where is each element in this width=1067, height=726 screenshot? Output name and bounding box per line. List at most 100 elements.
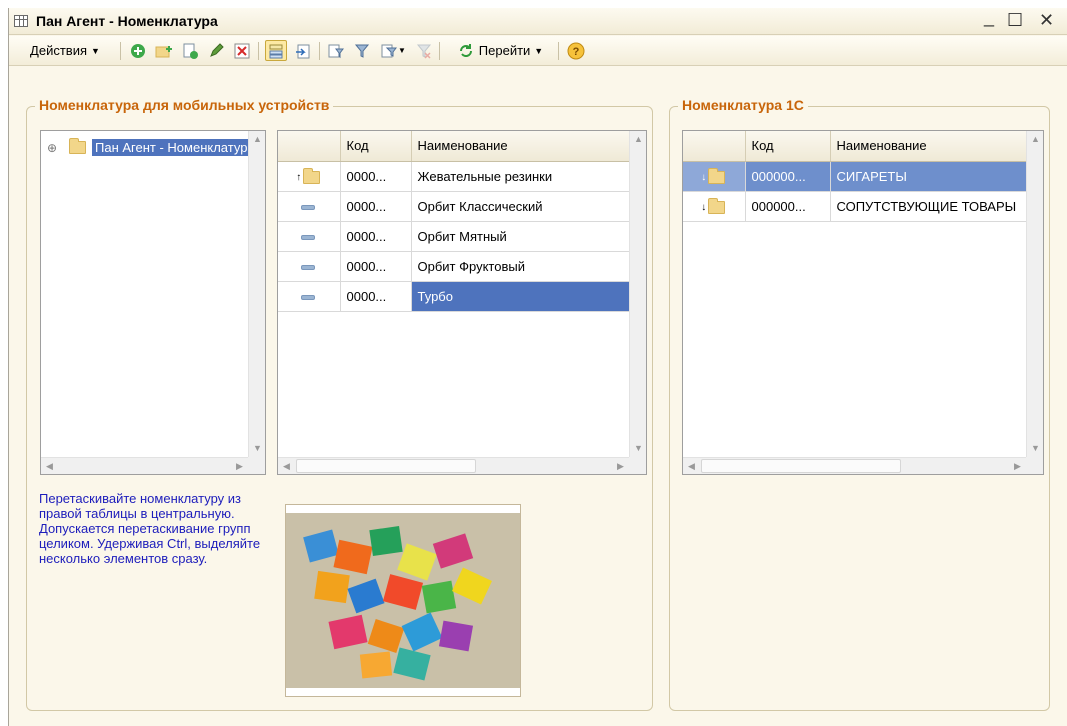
horizontal-scrollbar[interactable]: ◀ ▶	[278, 457, 629, 474]
row-code: 0000...	[340, 251, 412, 282]
column-header-name[interactable]: Наименование	[830, 131, 1027, 162]
folder-icon	[708, 167, 726, 184]
group-tree[interactable]: ⊕ Пан Агент - Номенклатура ▲ ▼ ◀ ▶	[40, 130, 266, 475]
clear-filter-icon	[415, 42, 433, 60]
scroll-thumb[interactable]	[296, 459, 476, 473]
scroll-right-icon[interactable]: ▶	[1009, 458, 1026, 474]
scroll-left-icon[interactable]: ◀	[683, 458, 700, 474]
row-name: Орбит Классический	[411, 191, 630, 222]
column-header-name[interactable]: Наименование	[411, 131, 630, 162]
maximize-button[interactable]: ☐	[1007, 10, 1023, 31]
window-title: Пан Агент - Номенклатура	[36, 13, 218, 29]
table-row-selected[interactable]: ↓ 000000... СИГАРЕТЫ	[683, 161, 1027, 192]
items-1c-table[interactable]: Код Наименование ↓ 000000... СИГАРЕТЫ ↓ …	[682, 130, 1044, 475]
tree-root-label: Пан Агент - Номенклатура	[92, 139, 258, 156]
add-button[interactable]	[127, 40, 149, 61]
scroll-right-icon[interactable]: ▶	[231, 458, 248, 474]
scroll-left-icon[interactable]: ◀	[41, 458, 58, 474]
column-header-code[interactable]: Код	[340, 131, 412, 162]
goto-label: Перейти	[478, 43, 531, 58]
column-header-icon[interactable]	[683, 131, 746, 162]
hierarchy-toggle-button[interactable]	[265, 40, 287, 61]
chevron-down-icon: ▼	[534, 45, 544, 56]
scroll-thumb[interactable]	[701, 459, 901, 473]
goto-menu-button[interactable]: Перейти ▼	[446, 40, 554, 61]
row-name: Орбит Мятный	[411, 221, 630, 252]
table-row[interactable]: 0000... Орбит Классический	[278, 191, 630, 222]
item-icon	[301, 294, 316, 300]
folder-icon	[303, 167, 321, 184]
delete-icon	[233, 42, 251, 60]
expand-icon: ⊕	[47, 140, 58, 155]
delete-button[interactable]	[231, 40, 253, 61]
filter-selected-icon	[353, 42, 371, 60]
item-icon	[301, 264, 316, 270]
group-title-1c: Номенклатура 1С	[678, 97, 808, 113]
edit-button[interactable]	[205, 40, 227, 61]
row-code: 0000...	[340, 221, 412, 252]
scroll-right-icon[interactable]: ▶	[612, 458, 629, 474]
actions-menu-button[interactable]: Действия ▼	[13, 40, 117, 61]
group-title-mobile: Номенклатура для мобильных устройств	[35, 97, 334, 113]
table-row-selected[interactable]: 0000... Турбо	[278, 281, 630, 312]
product-image	[285, 504, 521, 697]
add-folder-icon	[155, 42, 173, 60]
row-code: 0000...	[340, 191, 412, 222]
title-bar: Пан Агент - Номенклатура _ ☐ ✕	[9, 7, 1067, 35]
help-button[interactable]: ?	[565, 40, 587, 61]
main-window: Пан Агент - Номенклатура _ ☐ ✕ Действия …	[8, 7, 1067, 726]
scroll-left-icon[interactable]: ◀	[278, 458, 295, 474]
filter-dropdown-icon	[380, 42, 398, 60]
expand-arrow-icon[interactable]: ↓	[701, 202, 706, 213]
table-row[interactable]: ↓ 000000... СОПУТСТВУЮЩИЕ ТОВАРЫ	[683, 191, 1027, 222]
filter-dropdown-button[interactable]: ▼	[377, 40, 409, 61]
scroll-down-icon[interactable]: ▼	[1027, 440, 1043, 457]
expand-arrow-icon[interactable]: ↑	[296, 172, 301, 183]
refresh-icon	[457, 42, 475, 60]
filter-button[interactable]	[325, 40, 347, 61]
row-name: СОПУТСТВУЮЩИЕ ТОВАРЫ	[830, 191, 1027, 222]
column-header-code[interactable]: Код	[745, 131, 831, 162]
row-code: 0000...	[340, 281, 412, 312]
scroll-up-icon[interactable]: ▲	[630, 131, 646, 148]
table-row[interactable]: 0000... Орбит Фруктовый	[278, 251, 630, 282]
folder-icon	[708, 197, 726, 214]
drag-drop-hint: Перетаскивайте номенклатуру из правой та…	[39, 491, 261, 566]
row-name: Орбит Фруктовый	[411, 251, 630, 282]
horizontal-scrollbar[interactable]: ◀ ▶	[41, 457, 248, 474]
item-icon	[301, 204, 316, 210]
edit-icon	[207, 42, 225, 60]
scroll-down-icon[interactable]: ▼	[630, 440, 646, 457]
add-folder-button[interactable]	[153, 40, 175, 61]
clear-filter-button[interactable]	[413, 40, 435, 61]
close-button[interactable]: ✕	[1039, 10, 1054, 31]
copy-icon	[181, 42, 199, 60]
scroll-up-icon[interactable]: ▲	[1027, 131, 1043, 148]
column-header-icon[interactable]	[278, 131, 341, 162]
mobile-items-table[interactable]: Код Наименование ↑ 0000... Жевательные р…	[277, 130, 647, 475]
table-row[interactable]: 0000... Орбит Мятный	[278, 221, 630, 252]
item-icon	[301, 234, 316, 240]
table-row[interactable]: ↑ 0000... Жевательные резинки	[278, 161, 630, 192]
horizontal-scrollbar[interactable]: ◀ ▶	[683, 457, 1026, 474]
minimize-button[interactable]: _	[984, 7, 994, 28]
vertical-scrollbar[interactable]: ▲ ▼	[1026, 131, 1043, 457]
toolbar: Действия ▼ ▼ Перейти ▼ ?	[9, 36, 1067, 66]
move-to-group-button[interactable]	[292, 40, 314, 61]
help-icon: ?	[567, 42, 585, 60]
filter-by-value-button[interactable]	[351, 40, 373, 61]
expand-arrow-icon[interactable]: ↓	[701, 172, 706, 183]
chevron-down-icon: ▼	[398, 46, 406, 55]
hierarchy-icon	[267, 42, 285, 60]
row-code: 0000...	[340, 161, 412, 192]
scroll-down-icon[interactable]: ▼	[249, 440, 265, 457]
scroll-up-icon[interactable]: ▲	[249, 131, 265, 148]
vertical-scrollbar[interactable]: ▲ ▼	[629, 131, 646, 457]
tree-row-root[interactable]: ⊕ Пан Агент - Номенклатура	[47, 138, 258, 156]
row-code: 000000...	[745, 161, 831, 192]
filter-icon	[327, 42, 345, 60]
copy-button[interactable]	[179, 40, 201, 61]
row-name: Турбо	[411, 281, 630, 312]
row-code: 000000...	[745, 191, 831, 222]
vertical-scrollbar[interactable]: ▲ ▼	[248, 131, 265, 457]
